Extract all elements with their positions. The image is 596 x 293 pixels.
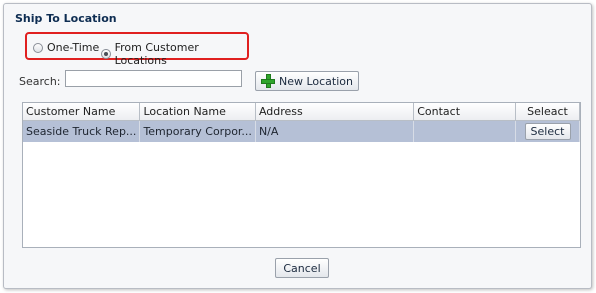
table-row[interactable]: Seaside Truck Rep... Temporary Corpor...…	[23, 120, 580, 142]
radio-from-customer-locations[interactable]: From Customer Locations	[101, 41, 247, 67]
search-label: Search:	[19, 75, 61, 88]
dialog-title: Ship To Location	[15, 12, 117, 25]
cell-customer-name[interactable]: Seaside Truck Rep...	[23, 120, 141, 142]
column-header-address[interactable]: Address	[255, 103, 415, 121]
radio-one-time-label[interactable]: One-Time	[47, 41, 99, 54]
cell-location-name[interactable]: Temporary Corpor...	[139, 120, 256, 142]
radio-from-customer-locations-label[interactable]: From Customer Locations	[115, 41, 247, 67]
ship-to-location-dialog: Ship To Location One-Time From Customer …	[3, 3, 592, 289]
radio-from-customer-locations-button[interactable]	[101, 49, 111, 59]
cell-contact[interactable]	[413, 120, 516, 142]
cell-address[interactable]: N/A	[255, 120, 415, 142]
locations-table: Customer Name Location Name Address Cont…	[22, 102, 581, 248]
column-header-location-name[interactable]: Location Name	[139, 103, 256, 121]
plus-icon	[260, 74, 275, 88]
column-header-customer-name[interactable]: Customer Name	[23, 103, 141, 121]
select-button[interactable]: Select	[524, 123, 571, 140]
column-header-select[interactable]: Seleact	[515, 103, 580, 121]
new-location-button[interactable]: New Location	[255, 71, 359, 91]
new-location-label: New Location	[278, 74, 353, 88]
cell-select: Select	[515, 120, 580, 142]
radio-one-time[interactable]: One-Time	[33, 41, 99, 54]
cancel-button[interactable]: Cancel	[275, 258, 329, 278]
column-header-contact[interactable]: Contact	[413, 103, 516, 121]
search-input[interactable]	[65, 70, 242, 87]
ship-to-radio-group: One-Time From Customer Locations	[25, 32, 249, 67]
table-header-row: Customer Name Location Name Address Cont…	[23, 103, 580, 121]
radio-one-time-button[interactable]	[33, 42, 43, 53]
